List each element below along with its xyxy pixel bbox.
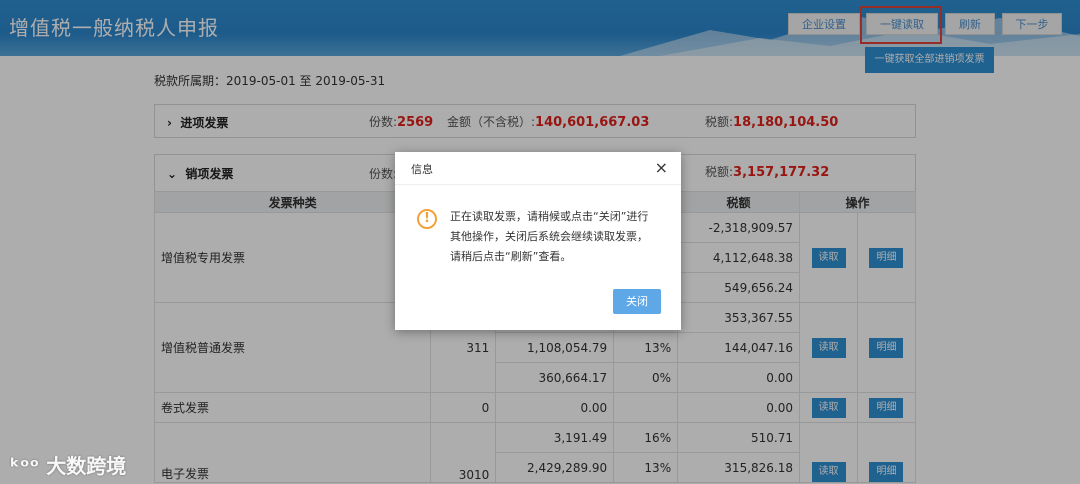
dialog-header: 信息 × xyxy=(395,152,681,185)
close-icon[interactable]: × xyxy=(655,158,668,177)
info-dialog: 信息 × ! 正在读取发票，请稍候或点击“关闭”进行其他操作，关闭后系统会继续读… xyxy=(395,152,681,330)
warning-icon: ! xyxy=(417,209,437,229)
watermark-text: 大数跨境 xyxy=(46,454,127,478)
dialog-close-button[interactable]: 关闭 xyxy=(613,289,661,314)
watermark-icon: ᵏᵒᵒ xyxy=(10,454,47,478)
watermark-logo: ᵏᵒᵒ 大数跨境 xyxy=(10,450,126,479)
dialog-message: 正在读取发票，请稍候或点击“关闭”进行其他操作，关闭后系统会继续读取发票，请稍后… xyxy=(450,210,649,263)
dialog-title: 信息 xyxy=(411,163,433,176)
